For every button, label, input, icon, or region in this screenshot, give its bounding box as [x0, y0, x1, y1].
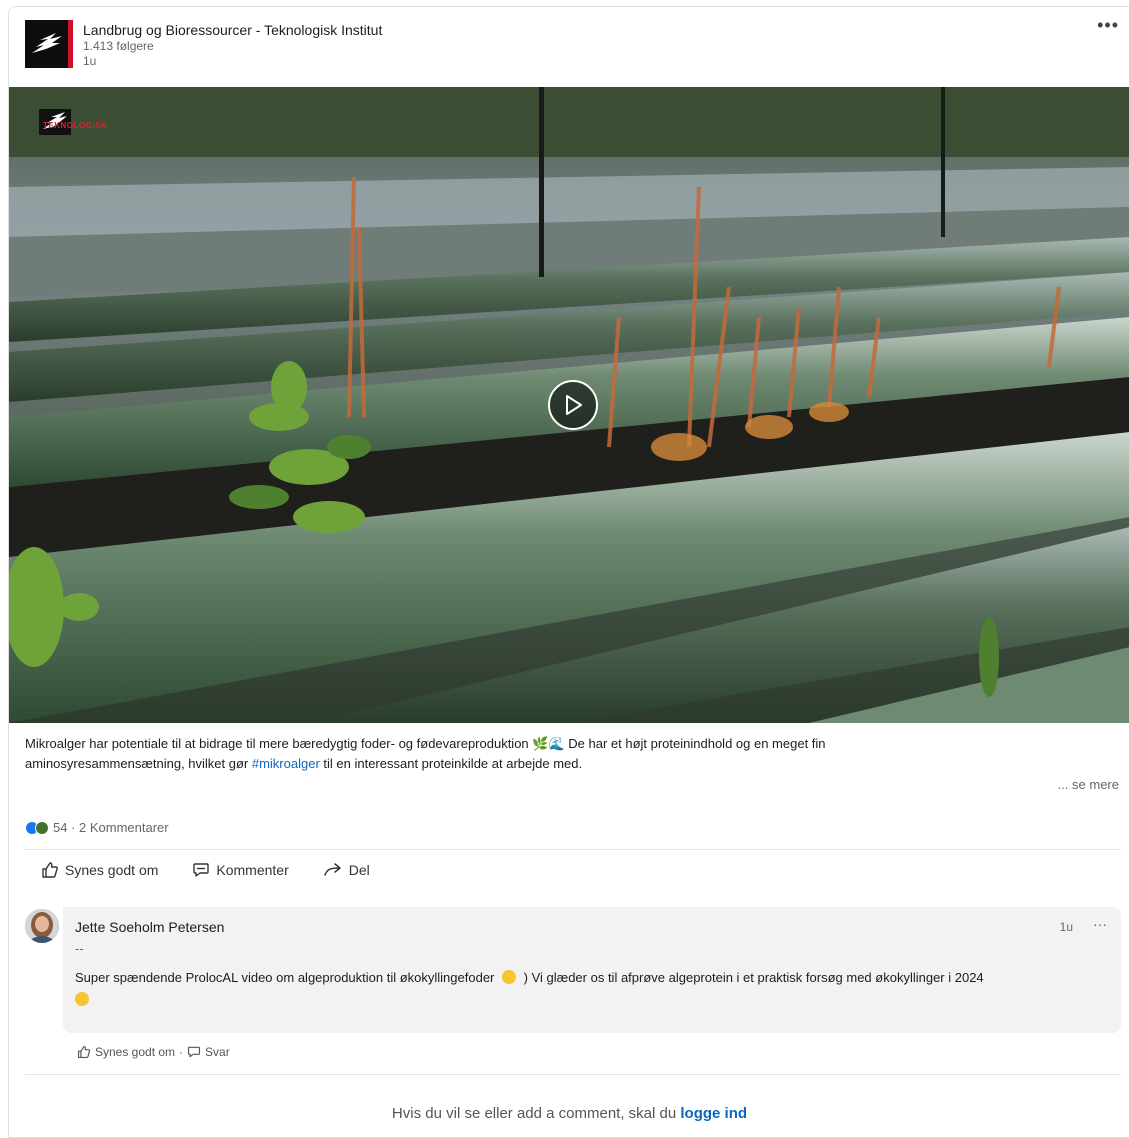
- org-name[interactable]: Landbrug og Bioressourcer - Teknologisk …: [83, 21, 382, 39]
- thumbs-up-icon: [42, 862, 58, 878]
- commenter-avatar[interactable]: [25, 909, 59, 943]
- smile-emoji-icon: [75, 992, 89, 1006]
- support-reaction-icon: [35, 820, 49, 835]
- comment-button[interactable]: Kommenter: [192, 861, 289, 879]
- comment-dash: --: [75, 941, 84, 956]
- like-label: Synes godt om: [65, 862, 159, 878]
- follower-count: 1.413 følgere: [83, 39, 154, 53]
- share-button[interactable]: Del: [323, 861, 370, 879]
- caption-text-end: til en interessant proteinkilde at arbej…: [319, 756, 583, 771]
- comment-text: Super spændende ProlocAL video om algepr…: [75, 967, 1115, 1011]
- video-watermark: TEKNOLOGISK: [43, 121, 108, 130]
- comment-icon: [188, 1046, 201, 1058]
- comment-label: Kommenter: [216, 862, 289, 878]
- login-link[interactable]: logge ind: [680, 1105, 747, 1122]
- login-prompt: Hvis du vil se eller add a comment, skal…: [9, 1105, 1129, 1122]
- bird-logo-icon: [31, 33, 62, 53]
- reaction-count: 54 · 2 Kommentarer: [53, 820, 169, 835]
- comment-actions: Synes godt om · Svar: [77, 1045, 230, 1059]
- video-player[interactable]: TEKNOLOGISK: [9, 87, 1129, 723]
- comment-text-start: Super spændende ProlocAL video om algepr…: [75, 970, 495, 985]
- comment-author[interactable]: Jette Soeholm Petersen: [75, 919, 224, 935]
- like-button[interactable]: Synes godt om: [41, 861, 158, 879]
- divider: [25, 849, 1121, 850]
- comment-bubble: Jette Soeholm Petersen 1u ··· -- Super s…: [63, 907, 1121, 1033]
- comment-like-button[interactable]: Synes godt om: [95, 1045, 175, 1059]
- login-prompt-text: Hvis du vil se eller add a comment, skal…: [391, 1105, 681, 1122]
- see-more-link[interactable]: ... se mere: [1058, 777, 1119, 792]
- comment-text-end: ) Vi glæder os til afprøve algeprotein i…: [523, 970, 984, 985]
- comment-time: 1u: [1059, 920, 1073, 934]
- post-time: 1u: [83, 54, 97, 68]
- comment-action-separator: ·: [179, 1045, 184, 1059]
- share-label: Del: [348, 862, 370, 878]
- play-button[interactable]: [548, 380, 598, 430]
- comment-reply-button[interactable]: Svar: [205, 1045, 230, 1059]
- post-more-button[interactable]: •••: [1097, 15, 1119, 36]
- person-avatar-icon: [25, 909, 59, 943]
- hashtag-link[interactable]: #mikroalger: [252, 756, 320, 771]
- share-arrow-icon: [324, 863, 341, 876]
- post-actions: Synes godt om Kommenter Del: [41, 861, 370, 879]
- divider: [25, 1074, 1121, 1075]
- org-logo[interactable]: [25, 20, 73, 68]
- smile-emoji-icon: [502, 970, 517, 984]
- post-card: Landbrug og Bioressourcer - Teknologisk …: [8, 6, 1129, 1138]
- comment-more-button[interactable]: ···: [1093, 916, 1107, 932]
- comment-icon: [193, 863, 210, 877]
- thumbs-up-icon: [77, 1045, 91, 1059]
- reaction-summary[interactable]: 54 · 2 Kommentarer: [25, 820, 169, 835]
- post-header: Landbrug og Bioressourcer - Teknologisk …: [25, 20, 382, 69]
- post-caption: Mikroalger har potentiale til at bidrage…: [25, 734, 985, 774]
- play-icon: [566, 395, 582, 415]
